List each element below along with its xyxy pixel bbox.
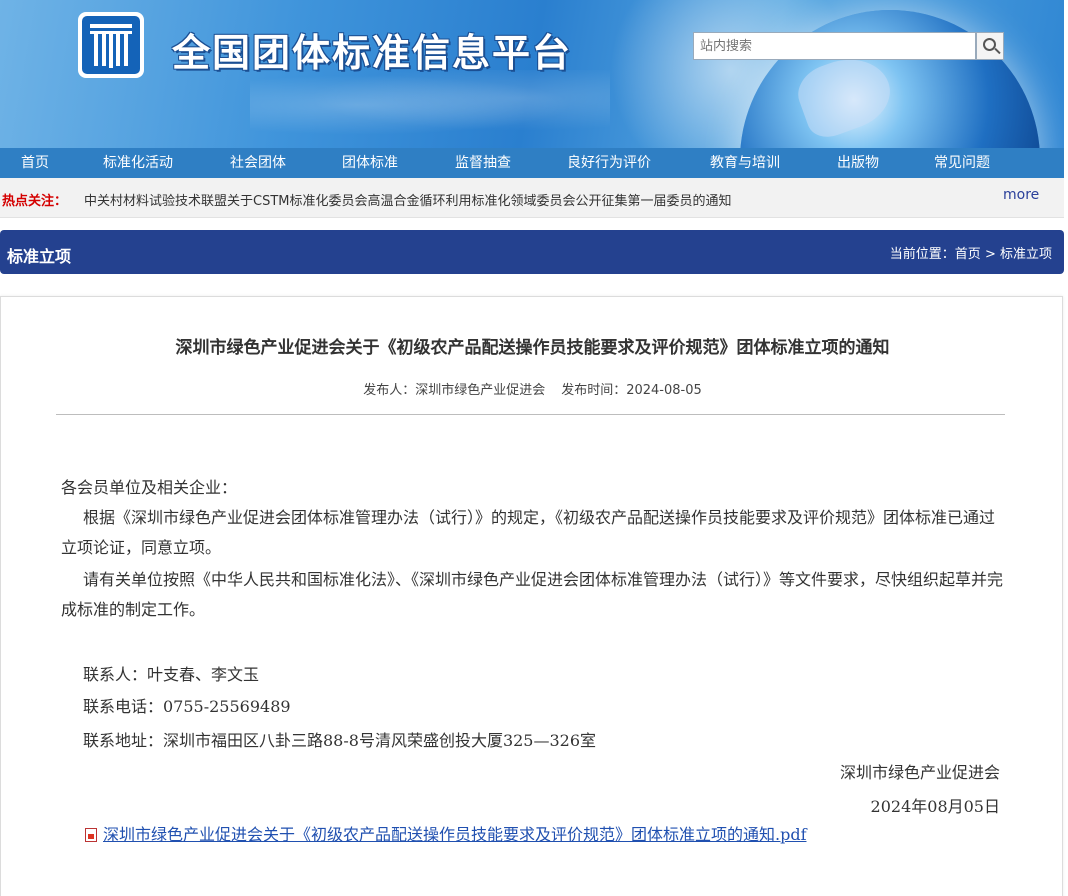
nav-item-faq[interactable]: 常见问题 [934,148,990,178]
nav-item-social-groups[interactable]: 社会团体 [230,148,286,178]
article-paragraph-1: 根据《深圳市绿色产业促进会团体标准管理办法（试行）》的规定，《初级农产品配送操作… [61,508,996,557]
breadcrumb-prefix: 当前位置： [889,247,955,262]
nav-item-good-conduct[interactable]: 良好行为评价 [567,148,651,178]
hot-topics-label: 热点关注： [2,194,68,209]
main-nav: 首页 标准化活动 社会团体 团体标准 监督抽查 良好行为评价 教育与培训 出版物… [0,148,1064,178]
title-divider [56,414,1005,415]
nav-item-standardization-activities[interactable]: 标准化活动 [103,148,173,178]
nav-item-home[interactable]: 首页 [21,148,49,178]
article-publisher: 发布人：深圳市绿色产业促进会 [363,383,546,398]
breadcrumb-separator: > [980,247,1000,262]
logo-mark-icon [82,16,140,74]
breadcrumb-home[interactable]: 首页 [955,247,981,262]
attachment-item[interactable]: 深圳市绿色产业促进会关于《初级农产品配送操作员技能要求及评价规范》团体标准立项的… [85,821,807,845]
article-meta: 发布人：深圳市绿色产业促进会 发布时间：2024-08-05 [1,379,1064,398]
nav-item-publications[interactable]: 出版物 [837,148,879,178]
attachment-link[interactable]: 深圳市绿色产业促进会关于《初级农产品配送操作员技能要求及评价规范》团体标准立项的… [103,825,807,844]
signature-org: 深圳市绿色产业促进会 [839,763,1000,782]
hot-topic-link[interactable]: 中关村材料试验技术联盟关于CSTM标准化委员会高温合金循环利用标准化领域委员会公… [84,190,732,209]
section-title: 标准立项 [7,247,72,266]
banner-world-map [250,70,610,140]
article-title: 深圳市绿色产业促进会关于《初级农产品配送操作员技能要求及评价规范》团体标准立项的… [175,338,890,358]
breadcrumb: 当前位置：首页 > 标准立项 [890,243,1052,262]
search-button[interactable] [976,32,1004,60]
more-link[interactable]: more [1003,187,1039,203]
site-logo[interactable] [78,12,144,78]
article-publish-time: 发布时间：2024-08-05 [561,383,702,398]
section-header: 标准立项 当前位置：首页 > 标准立项 [0,230,1064,274]
contact-phone: 联系电话：0755-25569489 [83,697,291,716]
nav-item-education[interactable]: 教育与培训 [710,148,780,178]
site-banner: 全国团体标准信息平台 [0,0,1064,148]
pdf-file-icon [85,828,97,842]
site-title: 全国团体标准信息平台 [172,31,573,75]
search-input[interactable] [693,32,976,60]
nav-item-group-standards[interactable]: 团体标准 [342,148,398,178]
contact-person: 联系人：叶支春、李文玉 [83,665,260,684]
nav-item-supervision[interactable]: 监督抽查 [455,148,511,178]
article-panel: 深圳市绿色产业促进会关于《初级农产品配送操作员技能要求及评价规范》团体标准立项的… [0,296,1063,896]
hot-topics-bar: 热点关注： 中关村材料试验技术联盟关于CSTM标准化委员会高温合金循环利用标准化… [0,178,1064,218]
article-salutation: 各会员单位及相关企业： [61,478,238,497]
contact-address: 联系地址：深圳市福田区八卦三路88-8号清风荣盛创投大厦325—326室 [83,731,597,750]
breadcrumb-current[interactable]: 标准立项 [1000,247,1052,262]
article-paragraph-2: 请有关单位按照《中华人民共和国标准化法》、《深圳市绿色产业促进会团体标准管理办法… [61,570,1004,619]
signature-date: 2024年08月05日 [870,797,1000,816]
